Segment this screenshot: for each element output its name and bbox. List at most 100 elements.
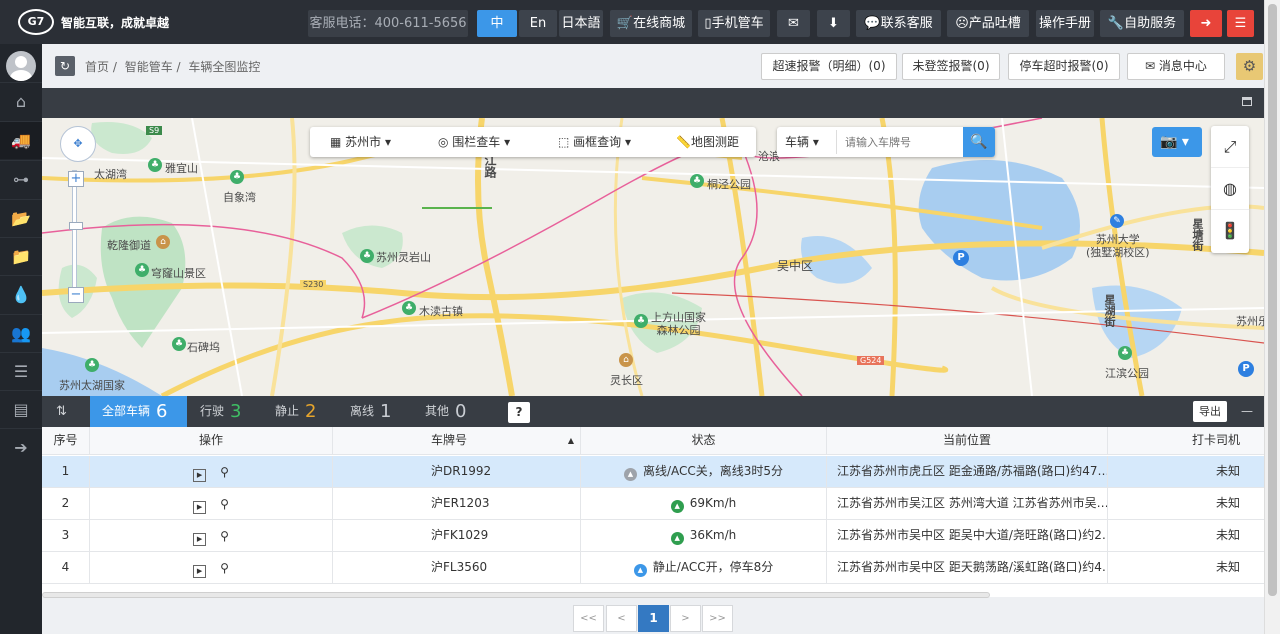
self-service-button[interactable]: 🔧自助服务 xyxy=(1100,10,1184,37)
menu-button[interactable]: ☰ xyxy=(1227,10,1254,37)
org-chart-icon[interactable]: ⊶ xyxy=(0,160,42,198)
lang-ja-button[interactable]: 日本語 xyxy=(559,10,603,37)
truck-icon[interactable]: 🚚 xyxy=(0,121,42,159)
home-icon[interactable]: ⌂ xyxy=(0,82,42,120)
breadcrumb-fleet[interactable]: 智能管车 / xyxy=(125,60,181,74)
stop-timeout-alarm-button[interactable]: 停车超时报警(0) xyxy=(1008,53,1120,80)
speed-alarm-button[interactable]: 超速报警（明细）(0) xyxy=(761,53,897,80)
users-icon[interactable]: 👥 xyxy=(0,314,42,352)
measure-button[interactable]: 📏地图测距 xyxy=(676,127,739,157)
fuel-drop-icon[interactable]: 💧 xyxy=(0,275,42,313)
pan-control[interactable]: ✥ xyxy=(60,126,96,162)
row-number: 3 xyxy=(42,520,90,551)
download-button[interactable]: ⬇ xyxy=(817,10,850,37)
locate-driver-icon[interactable]: ⚲ xyxy=(220,457,229,487)
park-pin-icon: ♣ xyxy=(172,337,186,351)
row-actions: ▶ ⚲ xyxy=(90,488,333,519)
column-header-plate[interactable]: 车牌号 ▲ xyxy=(333,427,581,454)
last-page-button[interactable]: >> xyxy=(702,605,733,632)
table-row[interactable]: 2 ▶ ⚲ 沪ER1203 ▲ 69Km/h 江苏省苏州市吴江区 苏州湾大道 江苏省… xyxy=(42,488,1264,520)
fence-search-dropdown[interactable]: ◎ 围栏查车 ▾ xyxy=(438,127,510,157)
manual-button[interactable]: 操作手册 xyxy=(1036,10,1094,37)
map-toolbar: ▦ 苏州市 ▾ ◎ 围栏查车 ▾ ⬚ 画框查询 ▾ 📏地图测距 xyxy=(310,127,756,157)
prev-page-button[interactable]: < xyxy=(606,605,637,632)
hamburger-icon: ☰ xyxy=(1234,16,1247,31)
map-label: 江滨公园 xyxy=(1105,367,1149,380)
unsigned-alarm-button[interactable]: 未登签报警(0) xyxy=(902,53,1000,80)
table-row[interactable]: 1 ▶ ⚲ 沪DR1992 ▲ 离线/ACC关，离线3时5分 江苏省苏州市虎丘区 距… xyxy=(42,456,1264,488)
traffic-light-icon[interactable]: 🚦 xyxy=(1211,210,1249,252)
table-row[interactable]: 4 ▶ ⚲ 沪FL3560 ▲ 静止/ACC开，停车8分 江苏省苏州市吴中区 距天鹅… xyxy=(42,552,1264,584)
globe-icon[interactable]: ◍ xyxy=(1211,168,1249,210)
tab-all-vehicles[interactable]: 全部车辆 6 xyxy=(90,396,187,427)
lang-zh-button[interactable]: 中 xyxy=(477,10,517,37)
envelope-icon: ✉ xyxy=(1145,59,1159,73)
collapse-icon[interactable]: — xyxy=(1241,404,1253,418)
message-center-button[interactable]: ✉ 消息中心 xyxy=(1127,53,1225,80)
mail-button[interactable]: ✉ xyxy=(777,10,810,37)
refresh-icon[interactable]: ↻ xyxy=(55,56,75,76)
zoom-slider-handle[interactable] xyxy=(69,222,83,230)
locate-driver-icon[interactable]: ⚲ xyxy=(220,521,229,551)
lang-en-button[interactable]: En xyxy=(519,10,557,37)
search-button[interactable]: 🔍 xyxy=(963,127,995,157)
locate-driver-icon[interactable]: ⚲ xyxy=(220,553,229,583)
top-navbar: G7 智能互联，成就卓越 客服电话：400-611-5656 中 En 日本語 … xyxy=(0,0,1264,44)
export-button[interactable]: 导出 xyxy=(1193,401,1227,422)
box-search-dropdown[interactable]: ⬚ 画框查询 ▾ xyxy=(558,127,631,157)
avatar[interactable] xyxy=(6,51,36,81)
help-button[interactable]: ? xyxy=(508,402,530,423)
zoom-out-button[interactable]: − xyxy=(68,287,84,303)
zoom-in-button[interactable]: + xyxy=(68,171,84,187)
logout-button[interactable]: ➜ xyxy=(1190,10,1222,37)
folder-open-icon[interactable]: 📂 xyxy=(0,199,42,237)
table-row[interactable]: 3 ▶ ⚲ 沪FK1029 ▲ 36Km/h 江苏省苏州市吴中区 距吴中大道/尧旺路… xyxy=(42,520,1264,552)
driver: 未知 xyxy=(1215,464,1240,478)
cart-icon: 🛒 xyxy=(616,16,634,31)
fullscreen-icon[interactable]: ⤢ xyxy=(1211,126,1249,168)
tab-all-count: 6 xyxy=(156,401,168,422)
next-page-button[interactable]: > xyxy=(670,605,701,632)
plate-search-input[interactable] xyxy=(836,130,962,154)
current-location: 江苏省苏州市吴中区 距吴中大道/尧旺路(路口)约2… xyxy=(827,520,1108,551)
mobile-button[interactable]: ▯手机管车 xyxy=(698,10,770,37)
map-view[interactable]: 太湖湾 ♣ 雅宜山 ♣ 自象湾 乾隆御道 ⌂ ♣ 穹窿山景区 ♣ 石碑坞 ♣ 苏… xyxy=(42,118,1264,396)
city-dropdown[interactable]: ▦ 苏州市 ▾ xyxy=(330,127,391,157)
folder-icon[interactable]: 📁 xyxy=(0,237,42,275)
shop-button[interactable]: 🛒在线商城 xyxy=(610,10,692,37)
tab-other[interactable]: 其他 0 xyxy=(425,396,466,427)
arrow-right-circle-icon[interactable]: ➔ xyxy=(0,428,42,466)
gear-icon[interactable]: ⚙ xyxy=(1236,53,1263,80)
play-track-icon[interactable]: ▶ xyxy=(193,469,207,482)
mail-icon: ✉ xyxy=(788,16,799,31)
locate-driver-icon[interactable]: ⚲ xyxy=(220,489,229,519)
tab-offline-label: 离线 xyxy=(350,404,375,418)
download-icon: ⬇ xyxy=(828,16,839,31)
row-number: 4 xyxy=(42,552,90,583)
play-track-icon[interactable]: ▶ xyxy=(193,533,207,546)
breadcrumb-bar: ↻ 首页 / 智能管车 / 车辆全图监控 超速报警（明细）(0) 未登签报警(0… xyxy=(42,44,1264,88)
breadcrumb-home[interactable]: 首页 / xyxy=(85,60,117,74)
camera-dropdown[interactable]: 📷 ▾ xyxy=(1152,127,1202,157)
customer-service-button[interactable]: 💬联系客服 xyxy=(856,10,941,37)
play-track-icon[interactable]: ▶ xyxy=(193,565,207,578)
tab-stopped[interactable]: 静止 2 xyxy=(275,396,316,427)
tab-offline[interactable]: 离线 1 xyxy=(350,396,391,427)
card-icon[interactable]: ▤ xyxy=(0,390,42,428)
search-type-dropdown[interactable]: 车辆 ▾ xyxy=(785,127,819,157)
school-pin-icon: ✎ xyxy=(1110,214,1124,228)
tab-running[interactable]: 行驶 3 xyxy=(200,396,241,427)
feedback-button[interactable]: ☹产品吐槽 xyxy=(947,10,1029,37)
table-horizontal-scrollbar[interactable] xyxy=(42,592,990,598)
maximize-icon[interactable] xyxy=(1242,97,1252,106)
scrollbar-thumb[interactable] xyxy=(1268,4,1277,596)
current-page-button[interactable]: 1 xyxy=(638,605,669,632)
first-page-button[interactable]: << xyxy=(573,605,604,632)
park-pin-icon: ♣ xyxy=(690,174,704,188)
page-scrollbar[interactable] xyxy=(1264,0,1280,634)
map-label: 苏州灵岩山 xyxy=(376,251,431,264)
play-track-icon[interactable]: ▶ xyxy=(193,501,207,514)
sort-icon[interactable]: ⇅ xyxy=(56,404,67,419)
list-icon[interactable]: ☰ xyxy=(0,352,42,390)
zoom-slider[interactable] xyxy=(72,170,77,298)
